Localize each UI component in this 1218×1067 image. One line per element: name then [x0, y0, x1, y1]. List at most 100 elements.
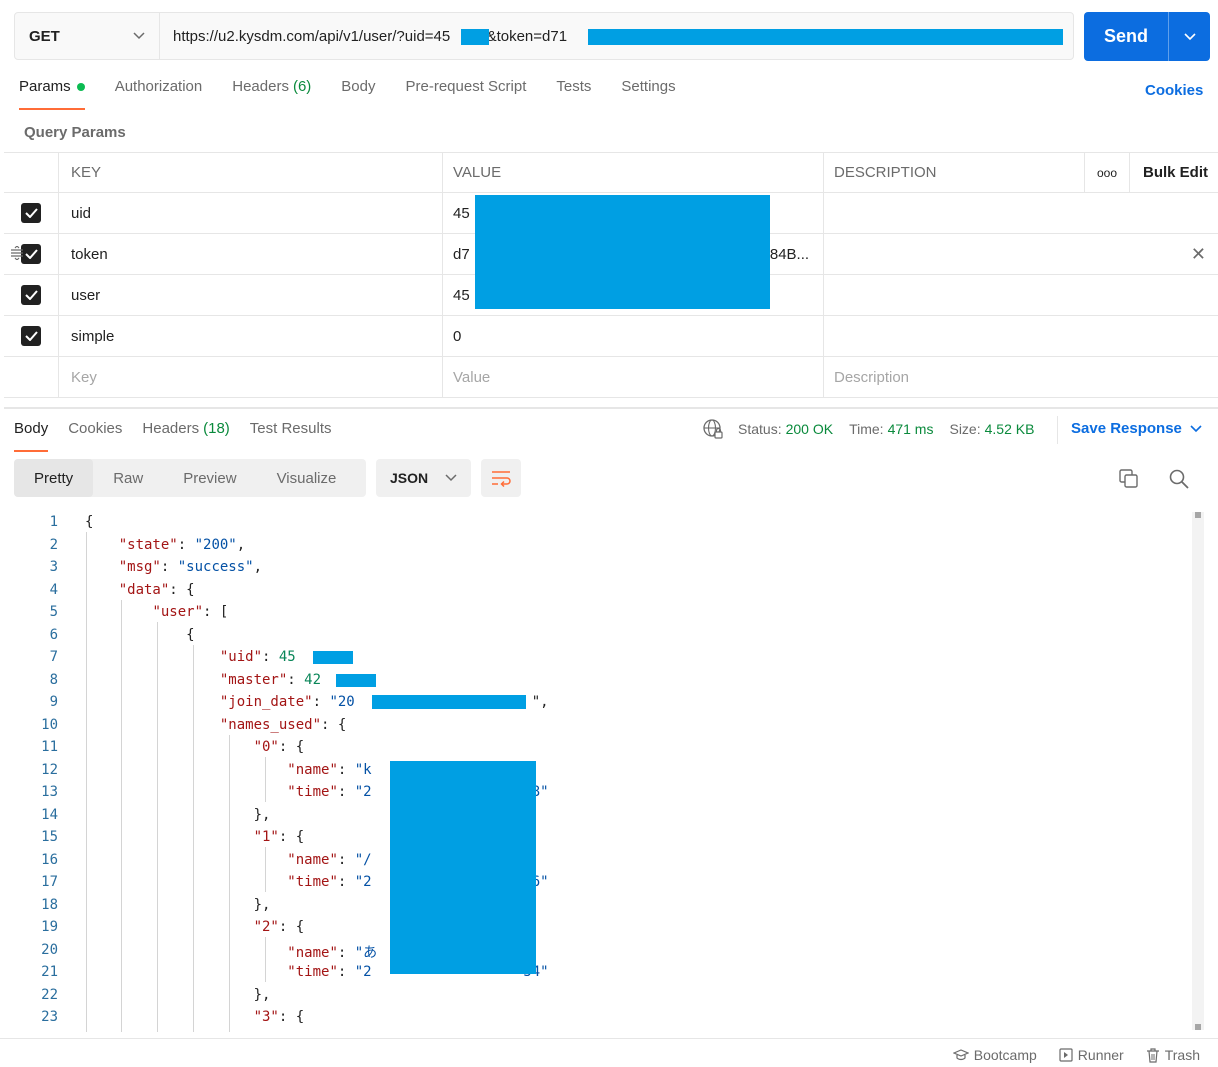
view-pretty[interactable]: Pretty — [14, 459, 94, 497]
status-bar-items: Bootcamp Runner Trash — [952, 1047, 1200, 1063]
check-icon — [24, 249, 38, 259]
chevron-down-icon — [1183, 32, 1196, 40]
code-scrollbar[interactable] — [1192, 512, 1204, 1030]
send-options-button[interactable] — [1168, 12, 1210, 61]
tab-headers[interactable]: Headers (6) — [232, 78, 311, 108]
format-label: JSON — [390, 470, 429, 486]
method-select[interactable]: GET — [15, 13, 160, 59]
param-description[interactable] — [824, 316, 1218, 356]
tab-response-headers[interactable]: Headers (18) — [142, 420, 229, 450]
wrap-lines-button[interactable] — [481, 459, 521, 497]
status-label: Status: — [738, 421, 782, 437]
param-value[interactable]: 0 — [443, 316, 824, 356]
separator — [1057, 416, 1058, 444]
tab-body[interactable]: Body — [341, 78, 375, 108]
row-checkbox[interactable] — [21, 203, 41, 223]
code-line: "1": { — [253, 829, 305, 845]
globe-lock-icon[interactable] — [702, 418, 724, 440]
code-line: "names_used": { — [219, 717, 347, 733]
row-checkbox[interactable] — [21, 285, 41, 305]
tab-authorization[interactable]: Authorization — [115, 78, 203, 108]
url-input[interactable]: https://u2.kysdm.com/api/v1/user/?uid=45… — [160, 13, 1073, 59]
param-key[interactable]: uid — [59, 193, 443, 233]
param-key[interactable]: token — [59, 234, 443, 274]
tab-params-label: Params — [19, 78, 71, 95]
tab-response-body[interactable]: Body — [14, 420, 49, 452]
line-number: 17 — [41, 874, 58, 890]
json-key: "data" — [118, 582, 170, 598]
view-raw[interactable]: Raw — [93, 459, 163, 497]
row-checkbox[interactable] — [21, 244, 41, 264]
save-response-button[interactable]: Save Response — [1071, 420, 1202, 437]
copy-icon[interactable] — [1118, 468, 1140, 490]
drag-handle-icon[interactable] — [10, 246, 24, 260]
bootcamp-button[interactable]: Bootcamp — [952, 1047, 1037, 1063]
row-checkbox[interactable] — [21, 326, 41, 346]
code-line: "name": "/ — [287, 852, 372, 868]
checkbox-cell — [4, 275, 59, 315]
checkbox-cell — [4, 193, 59, 233]
line-number: 2 — [49, 537, 58, 553]
pane-divider[interactable] — [4, 407, 1218, 409]
code-line: { — [85, 627, 195, 643]
json-key: "name" — [287, 945, 338, 961]
tab-test-results[interactable]: Test Results — [250, 420, 332, 450]
tab-prerequest-script[interactable]: Pre-request Script — [406, 78, 527, 108]
line-number: 16 — [41, 852, 58, 868]
code-line: "name": "あ — [287, 945, 378, 961]
code-line: }, — [85, 987, 271, 1003]
json-string: "20 — [329, 694, 355, 710]
new-key-input[interactable]: Key — [59, 357, 443, 397]
param-description[interactable] — [824, 275, 1218, 315]
scroll-up-arrow[interactable] — [1195, 512, 1201, 518]
code-line: "user": [ — [152, 604, 229, 620]
response-body-code[interactable]: 1 2 3 4 5 6 7 8 9 10 11 12 13 14 15 16 1… — [0, 510, 1190, 1032]
json-key: "master" — [219, 672, 288, 688]
format-select[interactable]: JSON — [376, 459, 471, 497]
status-value[interactable]: 200 OK — [786, 421, 833, 437]
tab-params[interactable]: Params — [19, 78, 85, 110]
tab-settings[interactable]: Settings — [621, 78, 675, 108]
code-line: "uid": 45 — [219, 649, 296, 665]
url-text-mid: 0&token=d71 — [478, 27, 568, 45]
json-key: "3" — [253, 1009, 279, 1025]
json-string: "2 — [354, 964, 372, 980]
table-row-new: Key Value Description — [4, 357, 1218, 398]
view-preview[interactable]: Preview — [163, 459, 256, 497]
json-key: "time" — [287, 784, 338, 800]
param-key[interactable]: user — [59, 275, 443, 315]
new-value-input[interactable]: Value — [443, 357, 824, 397]
more-options-button[interactable]: ooo — [1084, 153, 1130, 192]
line-number: 8 — [49, 672, 58, 688]
new-description-input[interactable]: Description — [824, 357, 1218, 397]
param-description[interactable] — [824, 193, 1218, 233]
tab-response-cookies[interactable]: Cookies — [68, 420, 122, 450]
tab-response-headers-label: Headers — [142, 420, 200, 437]
time-value[interactable]: 471 ms — [888, 421, 934, 437]
delete-row-icon[interactable]: ✕ — [1191, 244, 1206, 265]
size-value[interactable]: 4.52 KB — [985, 421, 1035, 437]
bulk-edit-button[interactable]: Bulk Edit — [1143, 153, 1208, 192]
runner-button[interactable]: Runner — [1059, 1047, 1124, 1063]
json-key: "msg" — [118, 559, 161, 575]
line-number: 13 — [41, 784, 58, 800]
trash-button[interactable]: Trash — [1146, 1047, 1200, 1063]
json-string: "200" — [194, 537, 237, 553]
header-checkbox-cell — [4, 153, 59, 192]
line-number: 23 — [41, 1009, 58, 1025]
line-number: 7 — [49, 649, 58, 665]
send-button[interactable]: Send — [1084, 12, 1210, 61]
code-line: { — [85, 514, 94, 530]
table-row: simple 0 — [4, 316, 1218, 357]
search-icon[interactable] — [1168, 468, 1190, 490]
scroll-down-arrow[interactable] — [1195, 1024, 1201, 1030]
view-visualize[interactable]: Visualize — [257, 459, 357, 497]
json-key: "time" — [287, 874, 338, 890]
redaction-block — [475, 195, 770, 309]
size-label: Size: — [949, 421, 981, 437]
cookies-link[interactable]: Cookies — [1145, 82, 1203, 99]
param-key[interactable]: simple — [59, 316, 443, 356]
param-description[interactable]: ✕ — [824, 234, 1218, 274]
line-number: 9 — [49, 694, 58, 710]
tab-tests[interactable]: Tests — [556, 78, 591, 108]
